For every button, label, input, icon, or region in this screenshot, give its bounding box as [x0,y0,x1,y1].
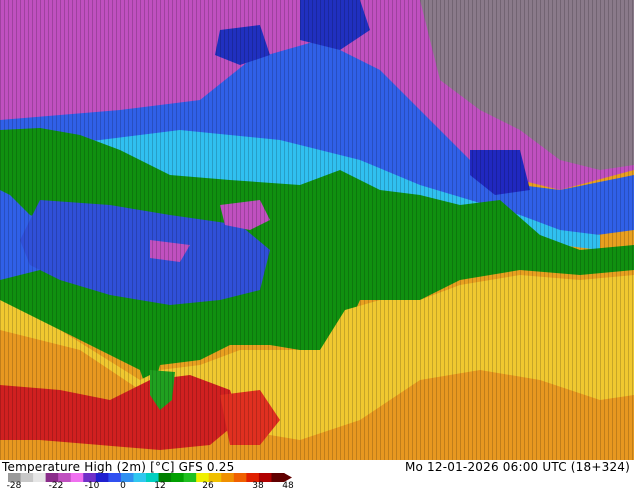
legend-swatch [33,473,47,482]
legend-swatch [70,473,84,482]
map-title: Temperature High (2m) [°C] GFS 0.25 [2,460,235,474]
value-grid-overlay [0,0,634,460]
legend-swatch [233,473,247,482]
temperature-map [0,0,634,460]
map-canvas [0,0,634,460]
legend-swatch [183,473,197,482]
legend-swatch [20,473,34,482]
map-footer: Temperature High (2m) [°C] GFS 0.25 Mo 1… [0,460,634,491]
legend-swatch [221,473,235,482]
legend-swatch [133,473,147,482]
forecast-datetime: Mo 12-01-2026 06:00 UTC (18+324) [404,460,630,474]
legend-swatch [171,473,185,482]
